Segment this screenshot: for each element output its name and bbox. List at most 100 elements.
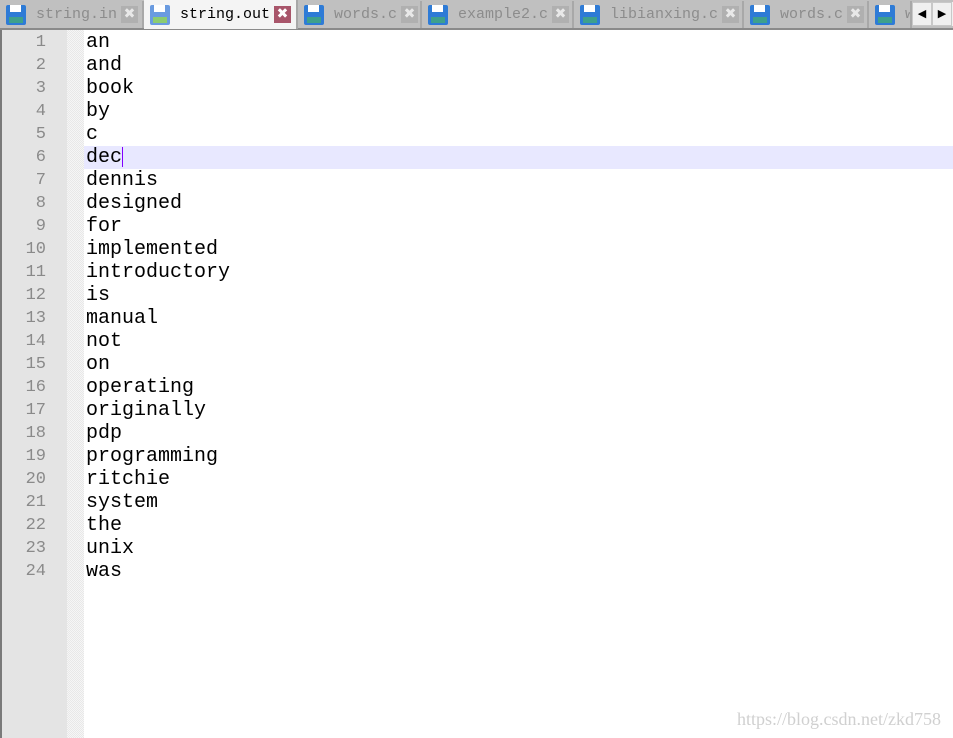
text-line[interactable]: programming (84, 445, 953, 468)
text-line[interactable]: ritchie (84, 468, 953, 491)
text-line[interactable]: originally (84, 399, 953, 422)
line-number: 8 (35, 194, 46, 213)
line-number: 17 (25, 401, 46, 420)
tab-3[interactable]: words.c ✖ (298, 1, 422, 28)
tab-scroll-buttons: ◀ ▶ (912, 2, 953, 26)
text-line[interactable]: an (84, 31, 953, 54)
line-number: 21 (25, 493, 46, 512)
tab-5[interactable]: libianxing.c ✖ (574, 1, 744, 28)
line-number: 7 (35, 171, 46, 190)
tab-2[interactable]: string.out ✖ (144, 0, 298, 29)
line-text: unix (86, 537, 135, 560)
line-number: 18 (25, 424, 46, 443)
tab-1[interactable]: string.in ✖ (0, 1, 144, 28)
text-line[interactable]: the (84, 514, 953, 537)
save-disk-icon (580, 4, 600, 25)
line-text: manual (86, 307, 159, 330)
line-text: ritchie (86, 468, 171, 491)
line-number: 24 (25, 562, 46, 581)
save-disk-icon (428, 4, 448, 25)
close-tab-icon[interactable]: ✖ (552, 6, 570, 23)
line-text: on (86, 353, 111, 376)
text-line[interactable]: not (84, 330, 953, 353)
tab-label: string.in (36, 6, 118, 23)
line-text: pdp (86, 422, 123, 445)
close-tab-icon[interactable]: ✖ (722, 6, 740, 23)
text-line[interactable]: designed (84, 192, 953, 215)
line-text: dennis (86, 169, 159, 192)
tab-7[interactable]: w (869, 1, 912, 28)
text-line[interactable]: on (84, 353, 953, 376)
line-number: 16 (25, 378, 46, 397)
line-number: 19 (25, 447, 46, 466)
line-number: 3 (35, 79, 46, 98)
tab-label: string.out (180, 6, 271, 23)
tab-label: words.c (780, 6, 844, 23)
tab-6[interactable]: words.c ✖ (744, 1, 869, 28)
line-number: 9 (35, 217, 46, 236)
save-disk-icon (875, 4, 895, 25)
line-text: by (86, 100, 111, 123)
text-line[interactable]: manual (84, 307, 953, 330)
save-disk-icon (6, 4, 26, 25)
close-tab-icon[interactable]: ✖ (121, 6, 139, 23)
line-number: 15 (25, 355, 46, 374)
text-line[interactable]: book (84, 77, 953, 100)
tab-4[interactable]: example2.c ✖ (422, 1, 574, 28)
text-line[interactable]: pdp (84, 422, 953, 445)
line-text: implemented (86, 238, 219, 261)
line-text: the (86, 514, 123, 537)
close-tab-icon[interactable]: ✖ (401, 6, 419, 23)
text-caret (122, 146, 124, 167)
fold-margin (67, 30, 84, 738)
watermark: https://blog.csdn.net/zkd758 (737, 709, 941, 729)
line-number: 5 (35, 125, 46, 144)
line-text: not (86, 330, 123, 353)
line-number: 11 (25, 263, 46, 282)
scroll-left-button[interactable]: ◀ (912, 2, 932, 26)
save-disk-icon (150, 4, 170, 25)
tab-label: libianxing.c (610, 6, 719, 23)
line-text: and (86, 54, 123, 77)
text-line[interactable]: unix (84, 537, 953, 560)
line-number: 10 (25, 240, 46, 259)
text-line[interactable]: is (84, 284, 953, 307)
text-line[interactable]: introductory (84, 261, 953, 284)
line-text: programming (86, 445, 219, 468)
text-line[interactable]: dec (84, 146, 953, 169)
text-line[interactable]: was (84, 560, 953, 583)
text-line[interactable]: for (84, 215, 953, 238)
line-number: 23 (25, 539, 46, 558)
line-number: 22 (25, 516, 46, 535)
close-tab-icon[interactable]: ✖ (847, 6, 865, 23)
tab-label: example2.c (458, 6, 549, 23)
line-text: introductory (86, 261, 231, 284)
line-number: 20 (25, 470, 46, 489)
line-text: an (86, 31, 111, 54)
text-line[interactable]: operating (84, 376, 953, 399)
line-number: 12 (25, 286, 46, 305)
line-text: book (86, 77, 135, 100)
close-tab-icon[interactable]: ✖ (274, 6, 292, 23)
line-text: originally (86, 399, 207, 422)
line-number: 6 (35, 148, 46, 167)
text-line[interactable]: dennis (84, 169, 953, 192)
text-line[interactable]: implemented (84, 238, 953, 261)
tab-label: words.c (334, 6, 398, 23)
line-text: is (86, 284, 111, 307)
tab-bar: string.in ✖ string.out ✖ words.c ✖ example2.c ✖… (0, 0, 953, 30)
scroll-right-button[interactable]: ▶ (932, 2, 952, 26)
line-text: system (86, 491, 159, 514)
line-text: dec (86, 146, 123, 169)
line-text: c (86, 123, 99, 146)
save-disk-icon (304, 4, 324, 25)
text-line[interactable]: c (84, 123, 953, 146)
line-number: 2 (35, 56, 46, 75)
text-line[interactable]: and (84, 54, 953, 77)
text-line[interactable]: system (84, 491, 953, 514)
text-line[interactable]: by (84, 100, 953, 123)
line-number: 13 (25, 309, 46, 328)
line-text: designed (86, 192, 183, 215)
line-text: operating (86, 376, 195, 399)
line-text: for (86, 215, 123, 238)
